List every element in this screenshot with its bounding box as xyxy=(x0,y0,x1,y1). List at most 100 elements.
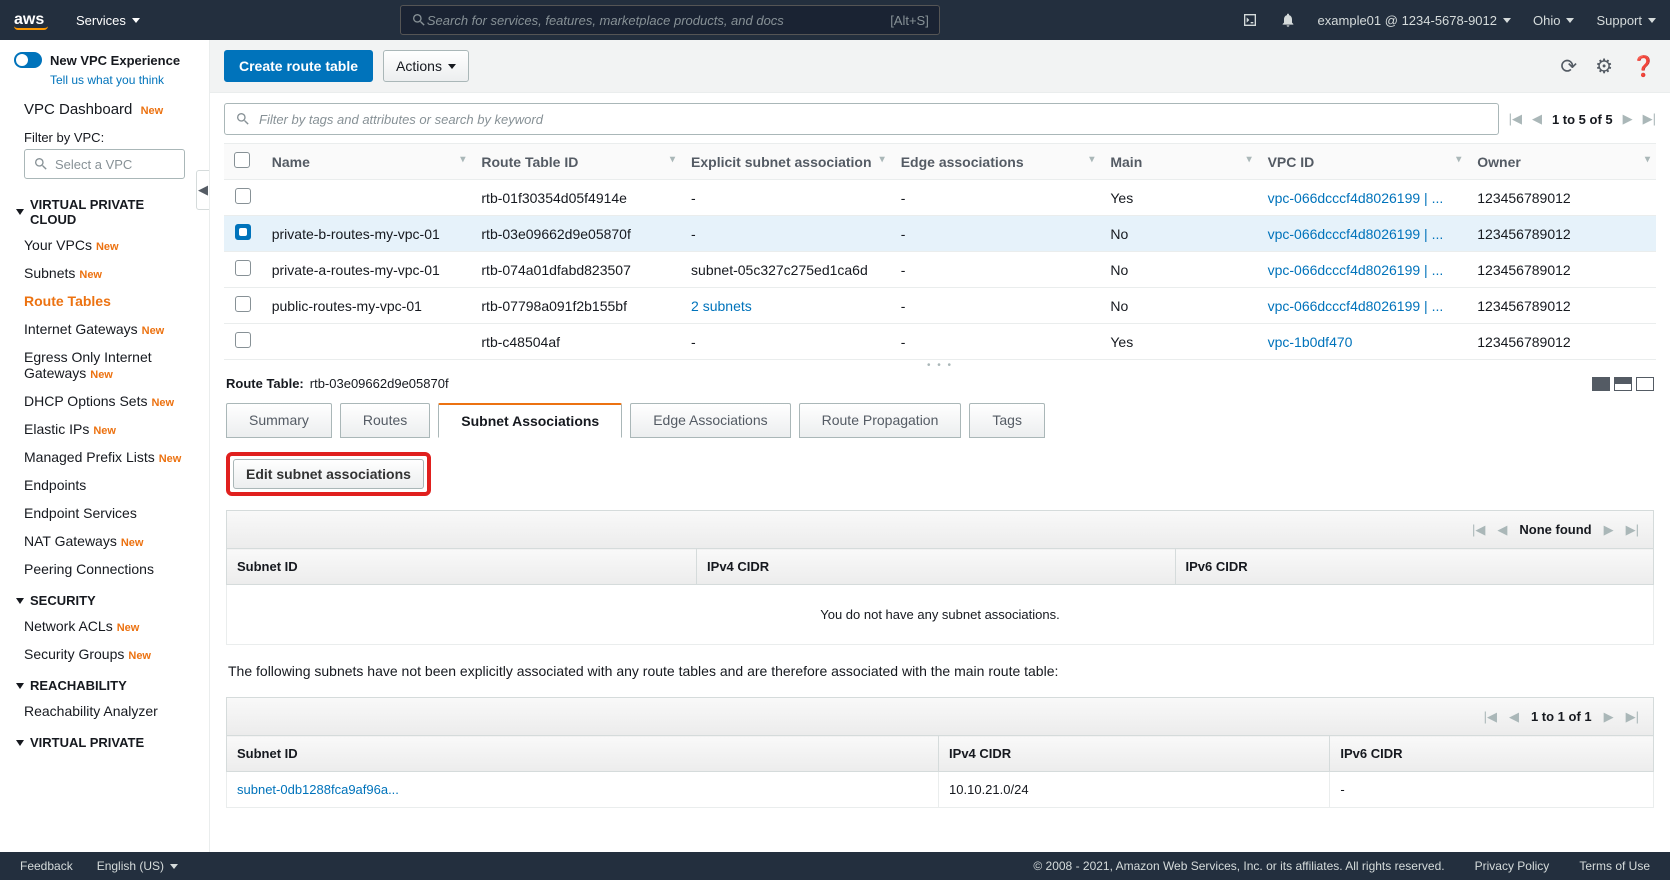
column-header[interactable]: Explicit subnet association▾ xyxy=(681,144,891,180)
tab[interactable]: Subnet Associations xyxy=(438,403,622,438)
column-header[interactable]: Name▾ xyxy=(262,144,472,180)
vpc-link[interactable]: vpc-1b0df470 xyxy=(1268,334,1353,350)
column-header[interactable]: Main▾ xyxy=(1100,144,1257,180)
tab[interactable]: Tags xyxy=(969,403,1045,438)
sidebar-collapse-handle[interactable]: ◀ xyxy=(196,170,210,210)
page-next-icon[interactable]: ▶ xyxy=(1604,709,1614,725)
services-menu[interactable]: Services xyxy=(76,13,140,28)
page-last-icon[interactable]: ▶| xyxy=(1643,111,1656,127)
feedback-link[interactable]: Feedback xyxy=(20,859,73,873)
sidebar-heading[interactable]: SECURITY xyxy=(0,583,209,612)
implicit-paginator: |◀ ◀ 1 to 1 of 1 ▶ ▶| xyxy=(226,697,1654,735)
table-row[interactable]: subnet-0db1288fca9af96a...10.10.21.0/24- xyxy=(227,772,1654,808)
vpc-filter-input[interactable]: Select a VPC xyxy=(24,149,185,179)
sidebar-item[interactable]: SubnetsNew xyxy=(0,259,209,287)
page-first-icon[interactable]: |◀ xyxy=(1472,522,1485,538)
table-row[interactable]: rtb-c48504af--Yesvpc-1b0df47012345678901… xyxy=(224,324,1656,360)
vpc-link[interactable]: vpc-066dcccf4d8026199 | ... xyxy=(1268,262,1444,278)
table-filter-input[interactable]: Filter by tags and attributes or search … xyxy=(224,103,1499,135)
page-prev-icon[interactable]: ◀ xyxy=(1532,111,1542,127)
page-first-icon[interactable]: |◀ xyxy=(1509,111,1522,127)
page-next-icon[interactable]: ▶ xyxy=(1604,522,1614,538)
row-checkbox[interactable] xyxy=(235,296,251,312)
settings-icon[interactable]: ⚙ xyxy=(1595,54,1613,79)
table-row[interactable]: rtb-01f30354d05f4914e--Yesvpc-066dcccf4d… xyxy=(224,180,1656,216)
page-last-icon[interactable]: ▶| xyxy=(1626,709,1639,725)
tab[interactable]: Edge Associations xyxy=(630,403,790,438)
sidebar-heading[interactable]: REACHABILITY xyxy=(0,668,209,697)
vpc-link[interactable]: vpc-066dcccf4d8026199 | ... xyxy=(1268,190,1444,206)
create-route-table-button[interactable]: Create route table xyxy=(224,50,373,82)
vpc-link[interactable]: vpc-066dcccf4d8026199 | ... xyxy=(1268,298,1444,314)
vpc-link[interactable]: vpc-066dcccf4d8026199 | ... xyxy=(1268,226,1444,242)
table-row[interactable]: private-a-routes-my-vpc-01rtb-074a01dfab… xyxy=(224,252,1656,288)
page-prev-icon[interactable]: ◀ xyxy=(1497,522,1507,538)
search-icon xyxy=(411,12,427,28)
table-row[interactable]: public-routes-my-vpc-01rtb-07798a091f2b1… xyxy=(224,288,1656,324)
sidebar-item[interactable]: Peering Connections xyxy=(0,555,209,583)
support-menu[interactable]: Support xyxy=(1596,13,1656,28)
region-menu[interactable]: Ohio xyxy=(1533,13,1574,28)
feedback-link[interactable]: Tell us what you think xyxy=(50,73,195,87)
sidebar-item[interactable]: Internet GatewaysNew xyxy=(0,315,209,343)
sidebar-item-label: Internet Gateways xyxy=(24,321,138,337)
sidebar-item[interactable]: DHCP Options SetsNew xyxy=(0,387,209,415)
footer: Feedback English (US) © 2008 - 2021, Ama… xyxy=(0,852,1670,880)
account-menu[interactable]: example01 @ 1234-5678-9012 xyxy=(1318,13,1511,28)
layout-bottom-icon[interactable] xyxy=(1636,377,1654,391)
sidebar-item-label: Network ACLs xyxy=(24,618,113,634)
sidebar-item[interactable]: Security GroupsNew xyxy=(0,640,209,668)
cell-main: Yes xyxy=(1100,324,1257,360)
sidebar-item[interactable]: Network ACLsNew xyxy=(0,612,209,640)
assoc-table: Subnet IDIPv4 CIDRIPv6 CIDR xyxy=(226,548,1654,585)
refresh-icon[interactable]: ⟳ xyxy=(1560,54,1577,79)
aws-logo[interactable]: aws xyxy=(14,11,48,30)
sidebar-heading[interactable]: VIRTUAL PRIVATE xyxy=(0,725,209,754)
row-checkbox[interactable] xyxy=(235,224,251,240)
row-checkbox[interactable] xyxy=(235,188,251,204)
sidebar-item[interactable]: Your VPCsNew xyxy=(0,231,209,259)
subnet-link[interactable]: subnet-0db1288fca9af96a... xyxy=(237,782,399,797)
notifications-icon[interactable] xyxy=(1280,12,1296,28)
cloudshell-icon[interactable] xyxy=(1242,12,1258,28)
terms-link[interactable]: Terms of Use xyxy=(1579,859,1650,873)
page-prev-icon[interactable]: ◀ xyxy=(1509,709,1519,725)
sidebar-item[interactable]: Elastic IPsNew xyxy=(0,415,209,443)
sidebar-item[interactable]: Route Tables xyxy=(0,287,209,315)
select-all-checkbox[interactable] xyxy=(224,144,262,180)
cell-main: No xyxy=(1100,252,1257,288)
page-first-icon[interactable]: |◀ xyxy=(1484,709,1497,725)
tab[interactable]: Route Propagation xyxy=(799,403,962,438)
language-selector[interactable]: English (US) xyxy=(97,859,178,873)
sidebar-item[interactable]: Endpoint Services xyxy=(0,499,209,527)
table-row[interactable]: private-b-routes-my-vpc-01rtb-03e09662d9… xyxy=(224,216,1656,252)
page-last-icon[interactable]: ▶| xyxy=(1626,522,1639,538)
page-next-icon[interactable]: ▶ xyxy=(1623,111,1633,127)
column-header[interactable]: Edge associations▾ xyxy=(891,144,1101,180)
column-header[interactable]: VPC ID▾ xyxy=(1258,144,1468,180)
sidebar-heading[interactable]: VIRTUAL PRIVATE CLOUD xyxy=(0,187,209,231)
subnet-link[interactable]: 2 subnets xyxy=(691,298,752,314)
sidebar-item[interactable]: Reachability Analyzer xyxy=(0,697,209,725)
new-experience-toggle[interactable]: New VPC Experience xyxy=(14,52,180,68)
row-checkbox[interactable] xyxy=(235,332,251,348)
row-checkbox[interactable] xyxy=(235,260,251,276)
global-search[interactable]: Search for services, features, marketpla… xyxy=(400,5,940,35)
column-header: Subnet ID xyxy=(227,549,697,585)
layout-split-icon[interactable] xyxy=(1614,377,1632,391)
sidebar-item[interactable]: Managed Prefix ListsNew xyxy=(0,443,209,471)
column-header[interactable]: Owner▾ xyxy=(1467,144,1656,180)
privacy-link[interactable]: Privacy Policy xyxy=(1475,859,1550,873)
layout-full-icon[interactable] xyxy=(1592,377,1610,391)
column-header[interactable]: Route Table ID▾ xyxy=(471,144,681,180)
sidebar-item-dashboard[interactable]: VPC Dashboard New xyxy=(0,95,209,124)
edit-subnet-associations-button[interactable]: Edit subnet associations xyxy=(233,459,424,489)
split-handle[interactable]: • • • xyxy=(210,360,1670,370)
tab[interactable]: Routes xyxy=(340,403,430,438)
sidebar-item[interactable]: NAT GatewaysNew xyxy=(0,527,209,555)
sidebar-item[interactable]: Egress Only Internet GatewaysNew xyxy=(0,343,209,387)
sidebar-item[interactable]: Endpoints xyxy=(0,471,209,499)
tab[interactable]: Summary xyxy=(226,403,332,438)
actions-dropdown[interactable]: Actions xyxy=(383,50,469,82)
help-icon[interactable]: ❓ xyxy=(1631,54,1656,79)
